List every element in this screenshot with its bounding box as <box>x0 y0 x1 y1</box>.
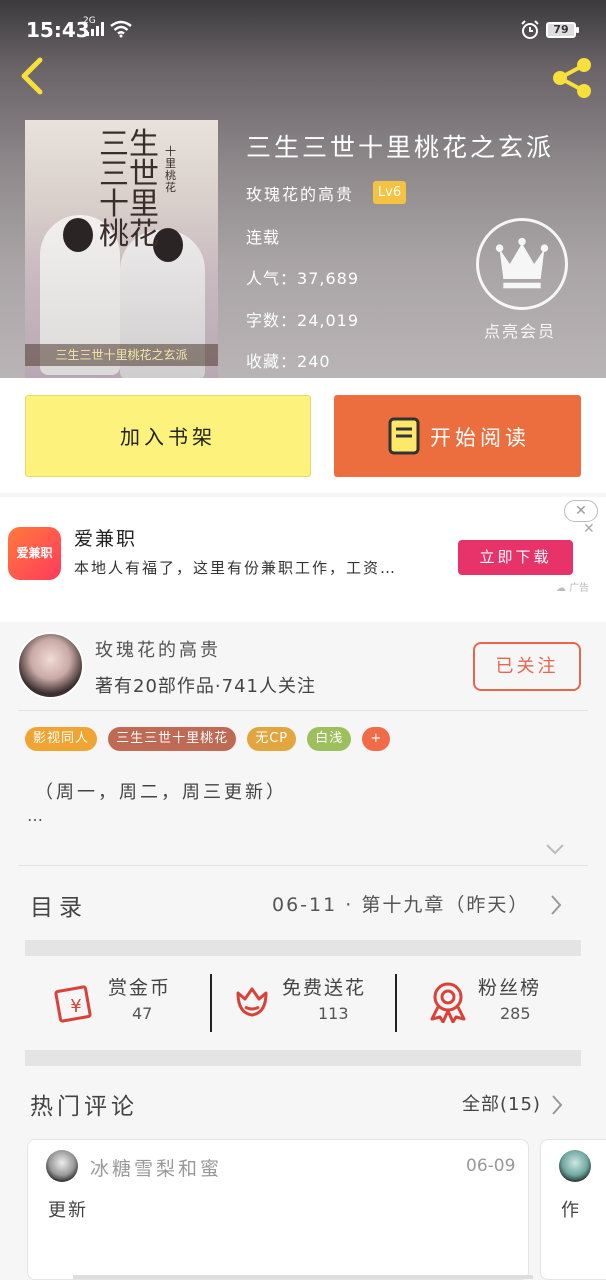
book-header: 15:43 2G 79 三生三世十里桃花 十里桃花 三生三世十里桃花之玄派 三生… <box>0 0 606 378</box>
chevron-right-icon[interactable] <box>550 1094 564 1116</box>
ad-description: 本地人有福了，这里有份兼职工作，工资… <box>74 559 398 577</box>
toc-label: 目录 <box>30 895 88 921</box>
favorites-label: 收藏： <box>246 352 298 371</box>
stat-separator <box>395 974 397 1032</box>
book-cover[interactable]: 三生三世十里桃花 十里桃花 三生三世十里桃花之玄派 <box>25 120 218 378</box>
section-separator <box>25 940 581 956</box>
status-bar: 15:43 2G 79 <box>0 0 606 44</box>
author-stats: 著有20部作品·741人关注 <box>95 676 316 697</box>
comment-text: 作 <box>561 1200 581 1221</box>
vip-label[interactable]: 点亮会员 <box>484 318 556 342</box>
comment-date: 06-09 <box>466 1156 516 1176</box>
ad-close-button[interactable]: ✕ <box>564 500 598 522</box>
start-reading-button[interactable]: 开始阅读 <box>334 395 581 477</box>
commenter-name: 冰糖雪梨和蜜 <box>90 1158 223 1180</box>
ad-tag: ☁ 广告 <box>556 583 590 594</box>
tag-more-button[interactable]: + <box>362 727 391 751</box>
book-author[interactable]: 玫瑰花的高贵 <box>246 181 354 205</box>
share-icon[interactable] <box>550 56 596 100</box>
commenter-avatar[interactable] <box>559 1150 591 1182</box>
author-avatar[interactable] <box>17 632 84 699</box>
status-time: 15:43 <box>26 18 90 42</box>
tag-item[interactable]: 影视同人 <box>25 727 98 751</box>
chevron-down-icon[interactable] <box>545 842 565 856</box>
alarm-icon <box>521 20 539 39</box>
word-count-row: 字数：24,019 <box>246 307 359 331</box>
flower-icon <box>236 987 268 1017</box>
back-arrow-icon[interactable] <box>16 54 48 98</box>
medal-icon <box>430 982 466 1023</box>
wifi-icon <box>110 20 132 38</box>
update-schedule: （周一，周二，周三更新） <box>35 782 287 803</box>
ad-title: 爱兼职 <box>74 528 138 550</box>
interaction-stats: ¥ 赏金币 47 免费送花 113 粉丝榜 285 <box>0 956 606 1050</box>
reward-coin-icon: ¥ <box>54 985 92 1023</box>
stat-separator <box>210 974 212 1032</box>
cover-title: 三生三世十里桃花 <box>99 127 159 252</box>
commenter-avatar[interactable] <box>46 1150 78 1182</box>
vip-button[interactable] <box>476 218 568 310</box>
divider <box>18 865 588 866</box>
favorites-value: 240 <box>297 352 331 371</box>
tag-item[interactable]: 白浅 <box>307 727 352 751</box>
word-count-value: 24,019 <box>297 311 359 330</box>
tag-item[interactable]: 三生三世十里桃花 <box>108 727 237 751</box>
start-reading-label: 开始阅读 <box>430 426 530 450</box>
popularity-label: 人气： <box>246 269 298 288</box>
hot-comments-title: 热门评论 <box>30 1094 138 1120</box>
fan-rank-stat[interactable]: 粉丝榜 285 <box>426 971 576 1033</box>
word-count-label: 字数： <box>246 311 298 330</box>
comment-text: 更新 <box>48 1200 88 1221</box>
favorites-row: 收藏：240 <box>246 348 331 372</box>
cover-strip: 三生三世十里桃花之玄派 <box>25 344 218 366</box>
tag-list: 影视同人 三生三世十里桃花 无CP 白浅 + <box>25 727 396 751</box>
reward-coin-label: 赏金币 <box>108 977 172 999</box>
free-flower-value: 113 <box>318 1004 349 1023</box>
divider <box>18 710 588 711</box>
crown-icon <box>495 237 549 289</box>
comment-card-bar <box>73 1275 533 1279</box>
hot-comments-header: 热门评论 全部(15) <box>0 1070 606 1130</box>
fan-rank-label: 粉丝榜 <box>478 977 542 999</box>
section-separator <box>25 1050 581 1066</box>
free-flower-label: 免费送花 <box>282 977 367 999</box>
signal-icon <box>86 22 104 36</box>
ad-download-button[interactable]: 立即下载 <box>458 540 573 575</box>
level-badge: Lv6 <box>373 181 406 204</box>
book-icon <box>388 417 420 455</box>
chevron-right-icon <box>551 895 562 915</box>
action-bar: 加入书架 开始阅读 <box>0 378 606 493</box>
latest-chapter: 06-11 · 第十九章（昨天） <box>272 894 530 916</box>
follow-button[interactable]: 已关注 <box>473 642 581 691</box>
popularity-value: 37,689 <box>297 269 359 288</box>
table-of-contents-row[interactable]: 目录 06-11 · 第十九章（昨天） <box>0 870 606 940</box>
all-comments-link[interactable]: 全部(15) <box>462 1090 541 1116</box>
comment-card[interactable]: 冰糖雪梨和蜜 06-09 更新 <box>27 1139 533 1280</box>
ad-dismiss-icon[interactable]: ✕ <box>583 521 595 537</box>
book-title: 三生三世十里桃花之玄派 <box>246 133 555 162</box>
reward-coin-stat[interactable]: ¥ 赏金币 47 <box>54 971 194 1033</box>
ad-tag-label: 广告 <box>569 583 590 594</box>
free-flower-stat[interactable]: 免费送花 113 <box>230 971 390 1033</box>
battery-indicator: 79 <box>546 22 579 38</box>
comment-card[interactable]: 作 <box>540 1139 606 1280</box>
ad-app-logo: 爱兼职 <box>8 527 61 580</box>
svg-text:¥: ¥ <box>70 996 81 1017</box>
add-to-shelf-button[interactable]: 加入书架 <box>25 395 311 477</box>
tag-item[interactable]: 无CP <box>247 727 297 751</box>
cover-figure-head-left <box>63 218 93 252</box>
book-status: 连载 <box>246 228 281 247</box>
popularity-row: 人气：37,689 <box>246 265 359 289</box>
author-name[interactable]: 玫瑰花的高贵 <box>95 636 221 662</box>
cover-subtitle: 十里桃花 <box>165 145 176 194</box>
fan-rank-value: 285 <box>500 1004 531 1023</box>
description-ellipsis: … <box>27 806 43 825</box>
ad-banner[interactable]: 爱兼职 爱兼职 本地人有福了，这里有份兼职工作，工资… 立即下载 ✕ ✕ ☁ 广… <box>0 497 606 622</box>
reward-coin-value: 47 <box>132 1004 153 1023</box>
